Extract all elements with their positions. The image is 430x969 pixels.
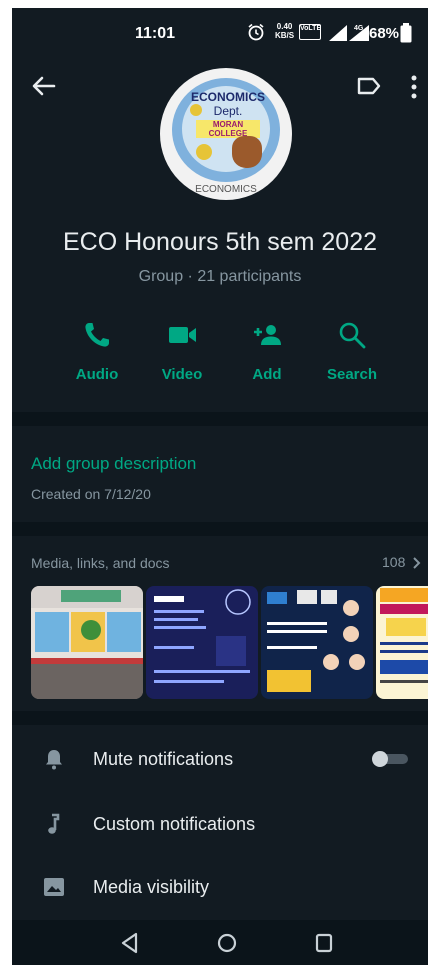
section-divider (12, 711, 428, 725)
volte-badge: VoLTE (299, 24, 321, 40)
status-bar: 11:01 0.40 KB/S VoLTE 4G 68% (12, 8, 428, 60)
custom-notifications-label: Custom notifications (93, 814, 256, 834)
svg-text:4G: 4G (354, 25, 364, 32)
action-bar: Audio Video Add Search (52, 320, 412, 400)
network-speed: 0.40 KB/S (275, 22, 295, 40)
avatar-text-4: ECONOMICS (195, 184, 257, 195)
media-thumbnail[interactable] (261, 586, 373, 699)
signal-icon (329, 25, 347, 41)
phone-icon (85, 323, 109, 347)
more-vertical-icon[interactable] (408, 74, 420, 100)
media-count[interactable]: 108 (382, 554, 405, 570)
image-icon (44, 878, 64, 896)
search-button[interactable]: Search (312, 320, 392, 383)
nav-back-icon[interactable] (120, 932, 140, 954)
nav-recents-icon[interactable] (314, 932, 334, 954)
search-label: Search (326, 366, 378, 383)
created-date: Created on 7/12/20 (31, 486, 151, 502)
add-group-description[interactable]: Add group description (31, 454, 196, 474)
group-subtitle: Group · 21 participants (138, 268, 302, 285)
media-thumbnail[interactable] (31, 586, 143, 699)
custom-notifications-row[interactable]: Custom notifications (12, 796, 428, 854)
audio-label: Audio (75, 366, 119, 383)
add-label: Add (252, 366, 282, 383)
mute-toggle[interactable] (372, 751, 410, 767)
signal-4g-icon: 4G (349, 25, 369, 41)
status-time: 11:01 (135, 25, 176, 42)
wall-mural-image (31, 586, 143, 699)
observance-poster-image (376, 586, 428, 699)
event-poster-image (261, 586, 373, 699)
label-icon[interactable] (357, 76, 381, 96)
section-divider (12, 522, 428, 536)
arrow-left-icon[interactable] (30, 72, 58, 100)
video-label: Video (161, 366, 203, 383)
poster-image (146, 586, 258, 699)
video-call-button[interactable]: Video (142, 320, 222, 383)
bell-icon (46, 750, 62, 770)
system-navigation-bar (12, 920, 428, 965)
audio-call-button[interactable]: Audio (57, 320, 137, 383)
group-info-screen: 11:01 0.40 KB/S VoLTE 4G 68% ECONOMICS D… (12, 8, 428, 965)
media-thumbnail[interactable] (376, 586, 428, 699)
nav-home-icon[interactable] (216, 932, 238, 954)
music-note-icon (48, 813, 60, 834)
coin-image (196, 144, 212, 160)
chevron-right-icon[interactable] (412, 557, 422, 569)
section-divider (12, 412, 428, 426)
group-name: ECO Honours 5th sem 2022 (62, 228, 378, 256)
media-section-title[interactable]: Media, links, and docs (31, 555, 170, 571)
search-icon (339, 322, 366, 349)
avatar-text-2: Dept. (213, 104, 243, 118)
add-person-icon (254, 325, 281, 345)
add-participant-button[interactable]: Add (227, 320, 307, 383)
battery-level: 68% (369, 25, 400, 42)
media-visibility-row[interactable]: Media visibility (12, 859, 428, 917)
alarm-icon (248, 23, 264, 41)
mute-notifications-label: Mute notifications (93, 749, 234, 769)
video-icon (169, 327, 196, 343)
avatar-text-1: ECONOMICS (190, 90, 265, 104)
media-visibility-label: Media visibility (93, 877, 210, 897)
group-avatar[interactable]: ECONOMICS Dept. MORAN COLLEGE ECONOMICS (160, 68, 292, 200)
battery-icon (400, 23, 412, 43)
money-bag-image (232, 136, 262, 168)
mute-notifications-row[interactable]: Mute notifications (12, 731, 428, 789)
media-thumbnail[interactable] (146, 586, 258, 699)
